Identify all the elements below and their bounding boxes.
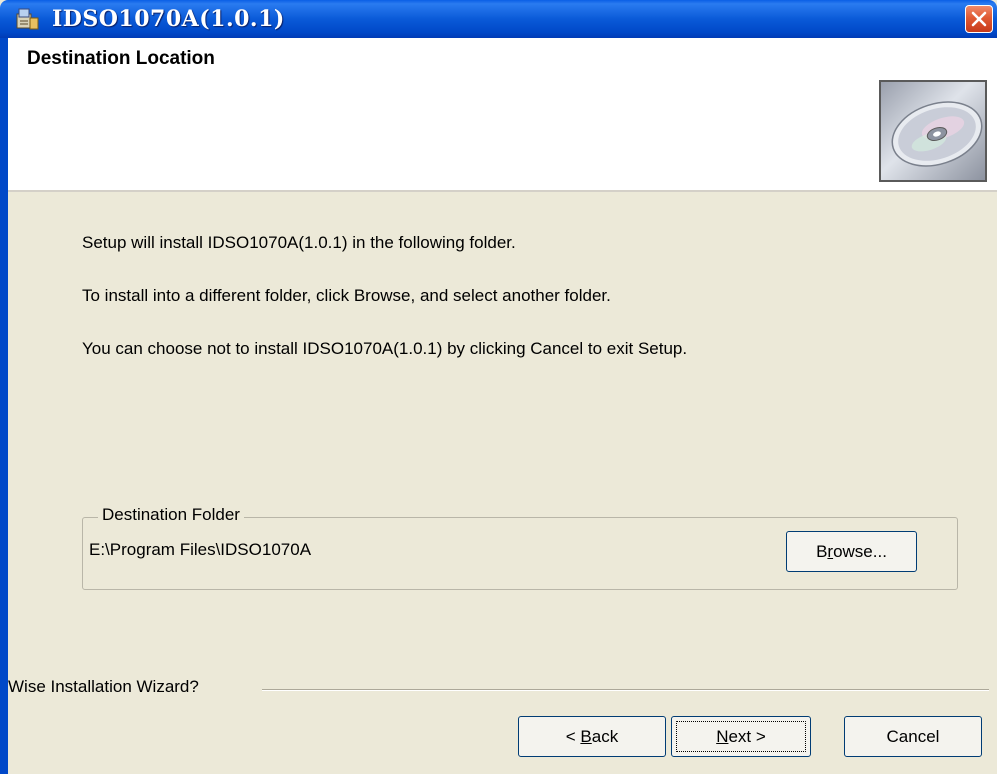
title-bar[interactable]: IDSO1070A(1.0.1) xyxy=(0,0,997,38)
next-label-suffix: ext > xyxy=(728,727,766,746)
back-label-prefix: < xyxy=(565,727,581,746)
header-divider xyxy=(8,190,997,192)
browse-label-prefix: B xyxy=(816,542,828,561)
info-text-line-2: To install into a different folder, clic… xyxy=(82,286,611,305)
installer-icon xyxy=(14,6,40,32)
back-label-mnemonic: B xyxy=(580,727,592,746)
next-label-mnemonic: N xyxy=(716,727,729,746)
wizard-label: Wise Installation Wizard? xyxy=(8,677,205,697)
info-text-line-3: You can choose not to install IDSO1070A(… xyxy=(82,339,688,358)
cancel-button[interactable]: Cancel xyxy=(844,716,982,757)
close-icon xyxy=(971,11,987,27)
browse-label-suffix: owse... xyxy=(833,542,887,561)
next-label: Next > xyxy=(672,717,810,756)
browse-button[interactable]: Browse... xyxy=(786,531,917,572)
next-button[interactable]: Next > xyxy=(671,716,811,757)
window-title: IDSO1070A(1.0.1) xyxy=(52,6,285,32)
close-button[interactable] xyxy=(965,5,993,33)
back-label-suffix: ack xyxy=(591,727,619,746)
destination-path: E:\Program Files\IDSO1070A xyxy=(89,540,312,559)
info-text-line-1: Setup will install IDSO1070A(1.0.1) in t… xyxy=(82,233,516,252)
cd-disc-icon xyxy=(879,80,987,182)
back-button[interactable]: < Back xyxy=(518,716,666,757)
page-title: Destination Location xyxy=(27,48,215,69)
footer-divider xyxy=(262,689,989,691)
destination-folder-label: Destination Folder xyxy=(98,505,244,525)
setup-window: IDSO1070A(1.0.1) Destination Location Se… xyxy=(0,0,997,774)
window-left-border xyxy=(0,38,8,774)
